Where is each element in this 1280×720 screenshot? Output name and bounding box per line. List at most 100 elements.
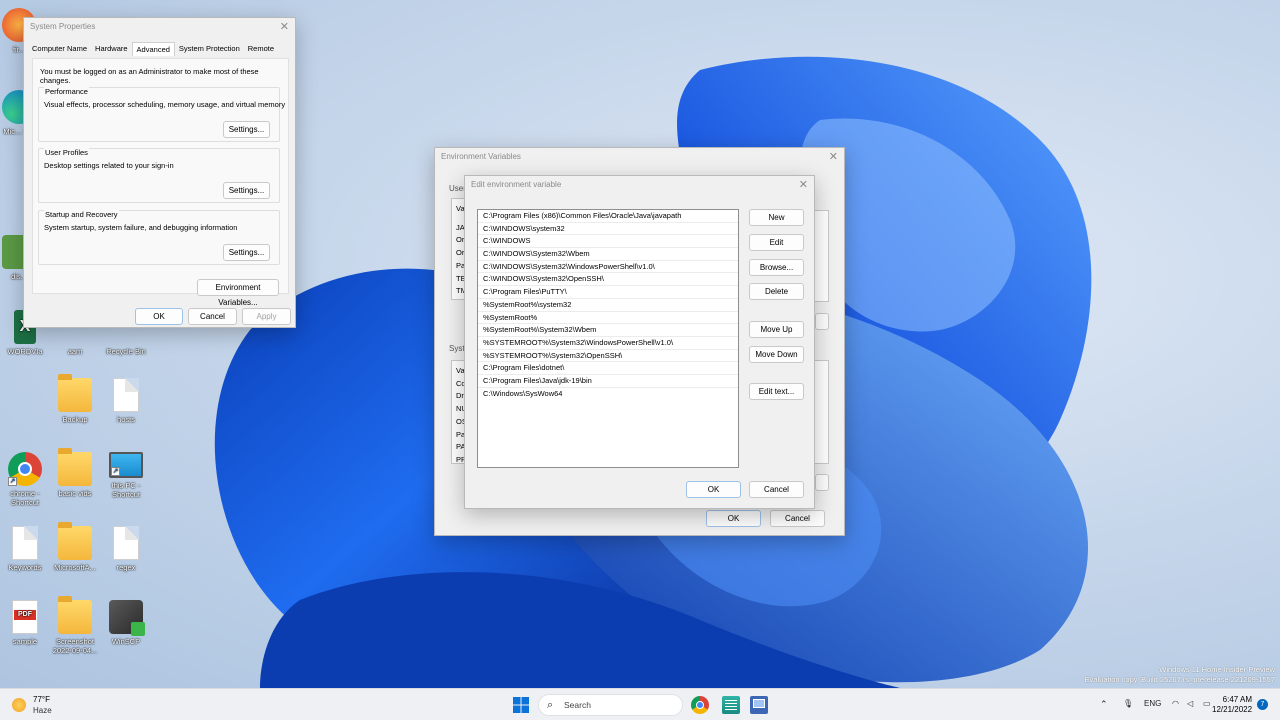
clock-date: 12/21/2022 [1212, 705, 1253, 714]
clock-time: 6:47 AM [1222, 695, 1252, 704]
desktop-icon-label: aam [67, 347, 83, 356]
desktop-icon-label: Screenshot 2022-09-04... [52, 637, 98, 655]
user-variables-edge-button[interactable] [815, 313, 829, 330]
edit-text-button[interactable]: Edit text... [749, 383, 804, 400]
environment-variables-button[interactable]: Environment Variables... [197, 279, 279, 307]
browse-button[interactable]: Browse... [749, 259, 804, 276]
monitor-icon: ↗ [109, 452, 143, 478]
volume-icon[interactable]: ◁ [1187, 699, 1193, 708]
weather-sun-icon [12, 698, 26, 712]
path-entry[interactable]: %SYSTEMROOT%\System32\OpenSSH\ [478, 350, 738, 363]
path-entry[interactable]: C:\WINDOWS\system32 [478, 223, 738, 236]
desktop-icon-regex[interactable]: regex [97, 526, 155, 572]
language-indicator[interactable]: ENG [1144, 699, 1161, 708]
taskbar-search[interactable]: ⌕ Search [538, 694, 683, 716]
startup-settings-button[interactable]: Settings... [223, 244, 270, 261]
path-entry[interactable]: %SystemRoot% [478, 312, 738, 325]
watermark-line: Evaluation copy. Build 25267.rs_prerelea… [1084, 675, 1275, 684]
path-entry[interactable]: C:\Program Files\Java\jdk-19\bin [478, 375, 738, 388]
move-down-button[interactable]: Move Down [749, 346, 804, 363]
desktop-icon-hosts[interactable]: hosts [97, 378, 155, 424]
path-entry[interactable]: C:\Program Files (x86)\Common Files\Orac… [478, 210, 738, 223]
file-icon [113, 526, 139, 560]
desktop-icon-backup[interactable]: Backup [46, 374, 104, 424]
edit-cancel-button[interactable]: Cancel [749, 481, 804, 498]
notification-badge[interactable]: 7 [1257, 699, 1268, 710]
path-entry[interactable]: C:\Program Files\PuTTY\ [478, 286, 738, 299]
chrome-taskbar-icon[interactable] [691, 696, 709, 714]
search-placeholder: Search [564, 700, 591, 710]
user-list-scrollbar[interactable] [815, 210, 829, 302]
desktop-icon-microsofta[interactable]: MicrosoftA... [46, 522, 104, 572]
winscp-icon [109, 600, 145, 636]
path-entry[interactable]: C:\WINDOWS [478, 235, 738, 249]
desktop-icon-this-pc[interactable]: ↗ this PC - Shortcut [97, 452, 155, 499]
path-entry[interactable]: C:\WINDOWS\System32\OpenSSH\ [478, 273, 738, 287]
desktop-icon-label: regex [116, 563, 136, 572]
microphone-icon[interactable]: 🎙 [1123, 699, 1133, 708]
path-entries-list[interactable]: C:\Program Files (x86)\Common Files\Orac… [477, 209, 739, 468]
tab-advanced[interactable]: Advanced [131, 42, 175, 56]
pdf-icon: PDF [12, 600, 38, 634]
performance-settings-button[interactable]: Settings... [223, 121, 270, 138]
chevron-up-icon[interactable]: ⌃ [1100, 699, 1108, 710]
notepad-taskbar-icon[interactable] [722, 696, 740, 714]
file-icon [113, 378, 139, 412]
folder-icon [58, 374, 92, 412]
desktop-icon-label: MicrosoftA... [54, 563, 96, 572]
desktop-icon-screenshot[interactable]: Screenshot 2022-09-04... [46, 596, 104, 655]
window-titlebar[interactable]: Edit environment variable ✕ [465, 176, 814, 196]
tab-computer-name[interactable]: Computer Name [28, 42, 91, 56]
windows-start-icon[interactable] [512, 696, 530, 714]
tab-hardware[interactable]: Hardware [91, 42, 132, 56]
close-icon[interactable]: ✕ [829, 148, 838, 166]
tab-strip: Computer Name Hardware Advanced System P… [28, 42, 278, 56]
tab-remote[interactable]: Remote [244, 42, 278, 56]
path-entry[interactable]: %SystemRoot%\system32 [478, 299, 738, 312]
desktop-icon-winscp[interactable]: WinSCP [97, 600, 155, 646]
folder-icon [58, 522, 92, 560]
system-variables-edge-button[interactable] [815, 474, 829, 491]
env-cancel-button[interactable]: Cancel [770, 510, 825, 527]
path-entry[interactable]: %SystemRoot%\System32\Wbem [478, 324, 738, 337]
desktop-icon-label: Backup [62, 415, 88, 424]
group-title: User Profiles [44, 148, 89, 157]
desktop-icon-label: WinSCP [111, 637, 141, 646]
desktop-icon-label: chrome - Shortcut [10, 489, 40, 507]
weather-widget[interactable]: 77°F Haze [10, 695, 70, 717]
path-entry[interactable]: C:\Windows\SysWow64 [478, 388, 738, 401]
desktop-icon-label: basic vids [58, 489, 92, 498]
desktop-icon-basic-vids[interactable]: basic vids [46, 448, 104, 498]
cancel-button[interactable]: Cancel [188, 308, 237, 325]
apply-button[interactable]: Apply [242, 308, 291, 325]
delete-button[interactable]: Delete [749, 283, 804, 300]
system-properties-taskbar-icon[interactable] [750, 696, 768, 714]
weather-desc: Haze [33, 706, 52, 715]
desktop-icon-label: Keywords [8, 563, 42, 572]
edit-ok-button[interactable]: OK [686, 481, 741, 498]
close-icon[interactable]: ✕ [280, 18, 289, 36]
path-entry[interactable]: %SYSTEMROOT%\System32\WindowsPowerShell\… [478, 337, 738, 350]
path-entry[interactable]: C:\WINDOWS\System32\WindowsPowerShell\v1… [478, 261, 738, 274]
new-button[interactable]: New [749, 209, 804, 226]
user-profiles-settings-button[interactable]: Settings... [223, 182, 270, 199]
shortcut-arrow-icon: ↗ [8, 477, 17, 486]
file-icon [12, 526, 38, 560]
env-ok-button[interactable]: OK [706, 510, 761, 527]
clock[interactable]: 6:47 AM 12/21/2022 [1212, 695, 1252, 715]
performance-group: Performance Visual effects, processor sc… [38, 87, 285, 142]
wifi-icon[interactable]: ◠ [1172, 699, 1179, 708]
system-list-scrollbar[interactable] [815, 360, 829, 464]
windows-logo-icon [513, 697, 529, 713]
tab-system-protection[interactable]: System Protection [175, 42, 244, 56]
move-up-button[interactable]: Move Up [749, 321, 804, 338]
path-entry[interactable]: C:\WINDOWS\System32\Wbem [478, 248, 738, 261]
desktop-icon-label: sample [12, 637, 38, 646]
battery-icon[interactable]: ▭ [1203, 699, 1211, 708]
edit-button[interactable]: Edit [749, 234, 804, 251]
ok-button[interactable]: OK [135, 308, 183, 325]
window-titlebar[interactable]: System Properties ✕ [24, 18, 295, 38]
window-titlebar[interactable]: Environment Variables ✕ [435, 148, 844, 168]
path-entry[interactable]: C:\Program Files\dotnet\ [478, 362, 738, 375]
close-icon[interactable]: ✕ [799, 176, 808, 194]
